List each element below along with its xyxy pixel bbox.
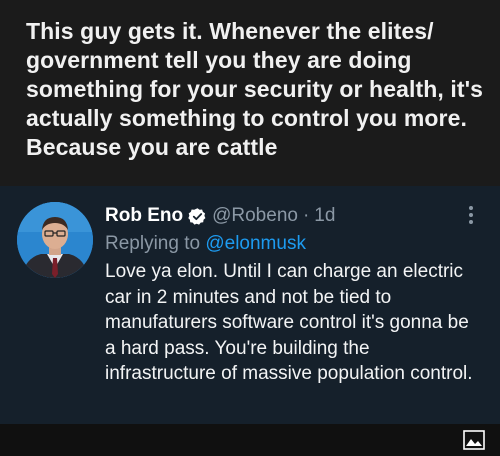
avatar-image <box>17 202 93 278</box>
caption-panel: This guy gets it. Whenever the elites/ g… <box>0 0 500 186</box>
display-name[interactable]: Rob Eno <box>105 205 183 227</box>
tweet-header: Rob Eno @Robeno · 1d <box>105 203 335 229</box>
replying-to-mention[interactable]: @elonmusk <box>205 233 306 254</box>
tweet-body: Love ya elon. Until I can charge an elec… <box>105 261 473 384</box>
quoted-tweet[interactable]: Rob Eno @Robeno · 1d Replying to @elonmu… <box>0 186 500 424</box>
replying-to-line: Replying to @elonmusk <box>105 231 306 257</box>
verified-badge-icon <box>188 207 206 225</box>
more-options-icon[interactable] <box>463 204 479 226</box>
separator-dot: · <box>302 205 310 226</box>
image-icon[interactable] <box>463 430 485 450</box>
avatar[interactable] <box>17 202 93 278</box>
replying-prefix: Replying to <box>105 233 206 254</box>
caption-text: This guy gets it. Whenever the elites/ g… <box>26 18 484 160</box>
user-handle[interactable]: @Robeno <box>212 205 298 227</box>
bottom-bar <box>0 424 500 456</box>
timestamp[interactable]: 1d <box>314 205 335 227</box>
